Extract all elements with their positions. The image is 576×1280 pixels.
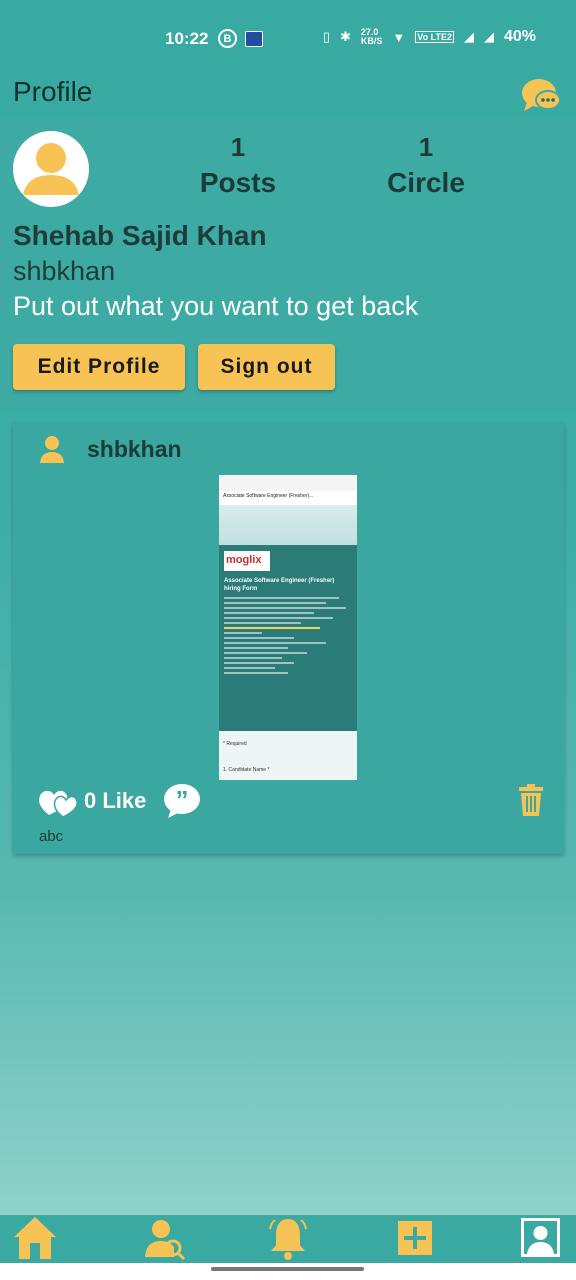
circle-stat[interactable]: 1 Circle [384, 132, 468, 199]
like-count: 0 Like [84, 788, 147, 813]
wifi-icon: ▼ [392, 29, 406, 45]
display-name: Shehab Sajid Khan [13, 220, 267, 251]
image-text-lines [224, 597, 352, 674]
page-title: Profile [13, 76, 93, 107]
battery-level: 40% [503, 28, 536, 45]
user-search-icon[interactable] [144, 1215, 186, 1261]
posts-label: Posts [199, 167, 277, 198]
svg-text:”: ” [176, 785, 189, 815]
home-icon[interactable] [13, 1215, 57, 1261]
image-field-label: 1. Candidate Name * [223, 767, 270, 773]
gesture-handle[interactable] [211, 1267, 364, 1271]
bottom-nav [0, 1215, 576, 1263]
image-banner [219, 505, 357, 545]
b-notification-icon: B [218, 29, 237, 48]
image-status-bar [219, 475, 357, 491]
image-form-body: moglix Associate Software Engineer (Fres… [219, 545, 357, 731]
bluetooth-icon: ✱ [340, 29, 351, 44]
chat-bubble-icon[interactable] [521, 76, 561, 114]
circle-label: Circle [387, 167, 465, 198]
app-header: Profile [0, 72, 576, 118]
avatar-person-icon [23, 143, 79, 195]
sign-out-button[interactable]: Sign out [198, 344, 335, 390]
post-username[interactable]: shbkhan [87, 436, 182, 463]
bell-icon[interactable] [268, 1215, 308, 1261]
posts-count: 1 [230, 132, 246, 162]
edit-profile-button[interactable]: Edit Profile [13, 344, 185, 390]
moglix-logo: moglix [224, 551, 270, 571]
image-url-title: Associate Software Engineer (Fresher)... [219, 491, 357, 505]
post-card: shbkhan Associate Software Engineer (Fre… [13, 423, 564, 854]
image-form-footer: * Required 1. Candidate Name * [219, 731, 357, 780]
circle-count: 1 [418, 132, 434, 162]
volte-icon: Vo LTE2 [415, 31, 454, 43]
profile-section: 1 Posts 1 Circle Shehab Sajid Khan shbkh… [0, 118, 576, 411]
vibrate-icon: ▯ [322, 29, 330, 44]
post-caption: abc [39, 828, 64, 845]
wallet-notification-icon [245, 30, 263, 47]
avatar[interactable] [13, 131, 89, 207]
image-form-title: Associate Software Engineer (Fresher) hi… [224, 578, 335, 592]
bio: Put out what you want to get back [13, 291, 419, 321]
status-bar: 10:22 B ▯ ✱ 27.0 KB/S ▼ Vo LTE2 ◢ ◢ 40% [0, 0, 576, 72]
gesture-bar [0, 1263, 576, 1280]
username: shbkhan [13, 256, 116, 286]
status-time: 10:22 [165, 29, 209, 48]
profile-icon[interactable] [521, 1218, 560, 1257]
heart-icon[interactable] [37, 785, 79, 819]
add-icon[interactable] [398, 1221, 432, 1255]
post-image[interactable]: Associate Software Engineer (Fresher)...… [219, 475, 357, 780]
status-right-icons: ▯ ✱ 27.0 KB/S ▼ Vo LTE2 ◢ ◢ 40% [323, 28, 536, 46]
status-left-icons: B [218, 29, 263, 48]
image-required-note: * Required [223, 741, 247, 747]
posts-stat[interactable]: 1 Posts [198, 132, 278, 199]
user-icon [40, 436, 64, 463]
network-speed: 27.0 KB/S [360, 27, 383, 46]
signal-icon-2: ◢ [483, 29, 494, 44]
comment-icon[interactable]: ” [163, 783, 201, 819]
trash-icon[interactable] [519, 784, 543, 816]
signal-icon: ◢ [463, 29, 474, 44]
